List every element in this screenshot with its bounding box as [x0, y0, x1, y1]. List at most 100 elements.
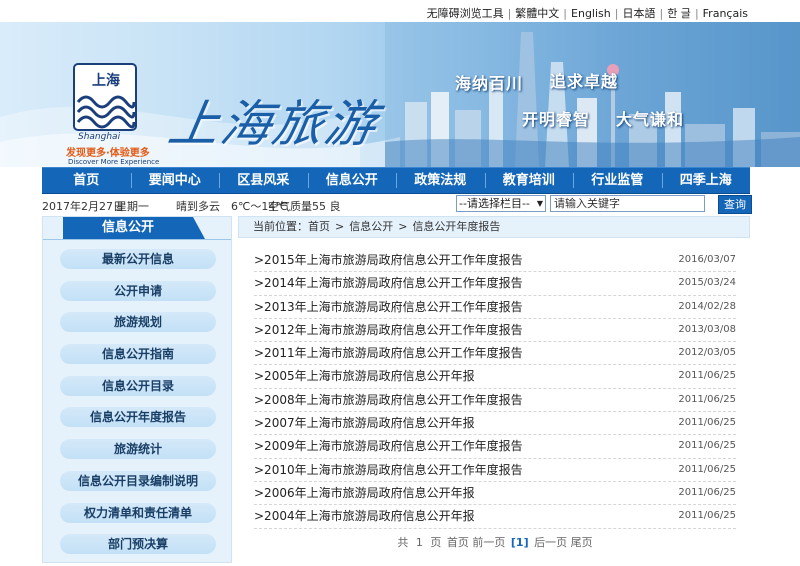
info-bar: 2017年2月27日 星期一 晴到多云 6℃～14℃ 空气质量55 良 --请选…: [42, 194, 752, 214]
sidebar-item-power-list[interactable]: 权力清单和责任清单: [60, 502, 216, 523]
nav-education[interactable]: 教育培训: [484, 168, 574, 193]
report-link[interactable]: >2011年上海市旅游局政府信息公开工作年度报告: [254, 342, 523, 364]
pager-current[interactable]: [1]: [511, 536, 529, 549]
report-date: 2011/06/25: [678, 510, 736, 522]
breadcrumb-info-public[interactable]: 信息公开: [349, 220, 393, 233]
report-date: 2015/03/24: [678, 277, 736, 289]
shanghai-logo[interactable]: 上海 Shanghai 发现更多·体验更多 Discover More Expe…: [66, 62, 159, 167]
header-banner: 上海 Shanghai 发现更多·体验更多 Discover More Expe…: [0, 22, 800, 167]
pager-first[interactable]: 首页: [447, 536, 469, 549]
logo-slogan: 发现更多·体验更多: [66, 148, 150, 159]
banner-slogan-3: 开明睿智: [522, 110, 591, 129]
list-item: >2009年上海市旅游局政府信息公开工作年度报告 2011/06/25: [254, 435, 736, 459]
report-link[interactable]: >2012年上海市旅游局政府信息公开工作年度报告: [254, 319, 523, 341]
report-date: 2011/06/25: [678, 486, 736, 498]
nav-supervision[interactable]: 行业监管: [573, 168, 662, 193]
report-date: 2011/06/25: [678, 440, 736, 452]
chevron-down-icon: ▼: [536, 199, 543, 208]
keyword-search-input[interactable]: 请输入关键字: [550, 195, 705, 212]
report-link[interactable]: >2013年上海市旅游局政府信息公开工作年度报告: [254, 296, 523, 318]
report-link[interactable]: >2009年上海市旅游局政府信息公开工作年度报告: [254, 435, 523, 457]
sidebar-item-application[interactable]: 公开申请: [60, 280, 216, 301]
sidebar-item-statistics[interactable]: 旅游统计: [60, 439, 216, 460]
column-select-value: --请选择栏目--: [459, 197, 530, 210]
report-link[interactable]: >2005年上海市旅游局政府信息公开年报: [254, 365, 475, 387]
main-content: 当前位置：首页 > 信息公开 > 信息公开年度报告 >2015年上海市旅游局政府信息公开…: [238, 216, 750, 563]
column-select[interactable]: --请选择栏目-- ▼: [456, 195, 546, 212]
weekday: 星期一: [116, 200, 149, 213]
sidebar-item-catalog-notes[interactable]: 信息公开目录编制说明: [60, 470, 216, 491]
report-link[interactable]: >2008年上海市旅游局政府信息公开工作年度报告: [254, 389, 523, 411]
pagination: 共 1 页 首页 前一页 [1] 后一页 尾页: [238, 534, 750, 550]
nav-info-public[interactable]: 信息公开: [307, 168, 397, 193]
banner-slogan-4: 大气谦和: [616, 110, 685, 129]
report-link[interactable]: >2004年上海市旅游局政府信息公开年报: [254, 505, 475, 527]
nav-policy[interactable]: 政策法规: [396, 168, 485, 193]
list-item: >2011年上海市旅游局政府信息公开工作年度报告 2012/03/05: [254, 342, 736, 366]
report-link[interactable]: >2006年上海市旅游局政府信息公开年报: [254, 482, 475, 504]
search-button[interactable]: 查询: [718, 195, 752, 214]
nav-news[interactable]: 要闻中心: [130, 168, 220, 193]
pager-total: 1: [415, 536, 423, 549]
sidebar-item-catalog[interactable]: 信息公开目录: [60, 375, 216, 396]
breadcrumb: 当前位置：首页 > 信息公开 > 信息公开年度报告: [238, 216, 750, 238]
air-quality: 空气质量55 良: [268, 200, 341, 213]
lang-english[interactable]: English: [571, 7, 611, 20]
logo-word: Shanghai: [78, 132, 121, 142]
list-item: >2004年上海市旅游局政府信息公开年报 2011/06/25: [254, 505, 736, 529]
list-item: >2008年上海市旅游局政府信息公开工作年度报告 2011/06/25: [254, 389, 736, 413]
report-date: 2011/06/25: [678, 417, 736, 429]
breadcrumb-annual-report[interactable]: 信息公开年度报告: [412, 220, 500, 233]
sidebar-item-budget[interactable]: 部门预决算: [60, 534, 216, 555]
report-date: 2014/02/28: [678, 300, 736, 312]
pager-total-prefix: 共: [397, 536, 409, 549]
report-date: 2013/03/08: [678, 323, 736, 335]
lang-korean[interactable]: 한 글: [667, 7, 691, 20]
sidebar-menu: 最新公开信息 公开申请 旅游规划 信息公开指南 信息公开目录 信息公开年度报告 …: [60, 249, 216, 566]
nav-seasons[interactable]: 四季上海: [661, 168, 751, 193]
report-date: 2016/03/07: [678, 254, 736, 265]
list-item: >2010年上海市旅游局政府信息公开工作年度报告 2011/06/25: [254, 459, 736, 482]
lang-traditional-chinese[interactable]: 繁體中文: [515, 7, 559, 20]
accessibility-link[interactable]: 无障碍浏览工具: [427, 7, 504, 20]
sidebar-item-latest[interactable]: 最新公开信息: [60, 249, 216, 269]
list-item: >2012年上海市旅游局政府信息公开工作年度报告 2013/03/08: [254, 319, 736, 343]
report-link[interactable]: >2015年上海市旅游局政府信息公开工作年度报告: [254, 249, 523, 271]
sidebar-item-guide[interactable]: 信息公开指南: [60, 344, 216, 365]
report-link[interactable]: >2010年上海市旅游局政府信息公开工作年度报告: [254, 459, 523, 481]
list-item: >2013年上海市旅游局政府信息公开工作年度报告 2014/02/28: [254, 296, 736, 319]
sidebar: 信息公开 最新公开信息 公开申请 旅游规划 信息公开指南 信息公开目录 信息公开…: [42, 216, 232, 563]
pager-prev[interactable]: 前一页: [472, 536, 505, 549]
sidebar-header: 信息公开: [43, 217, 231, 240]
list-item: >2014年上海市旅游局政府信息公开工作年度报告 2015/03/24: [254, 272, 736, 296]
sidebar-item-planning[interactable]: 旅游规划: [60, 312, 216, 333]
list-item: >2007年上海市旅游局政府信息公开年报 2011/06/25: [254, 412, 736, 436]
site-title-calligraphy: 上海旅游: [164, 95, 383, 153]
sidebar-item-annual-report[interactable]: 信息公开年度报告: [60, 407, 216, 428]
list-item: >2006年上海市旅游局政府信息公开年报 2011/06/25: [254, 482, 736, 506]
report-link[interactable]: >2007年上海市旅游局政府信息公开年报: [254, 412, 475, 434]
report-link[interactable]: >2014年上海市旅游局政府信息公开工作年度报告: [254, 272, 523, 294]
sidebar-title: 信息公开: [63, 217, 205, 239]
report-list: >2015年上海市旅游局政府信息公开工作年度报告 2016/03/07 >2014…: [254, 249, 736, 529]
language-links: 无障碍浏览工具 | 繁體中文 | English | 日本語 | 한 글 | Français: [426, 7, 748, 20]
banner-slogan-1: 海纳百川: [455, 74, 524, 93]
nav-home[interactable]: 首页: [42, 168, 131, 193]
lang-japanese[interactable]: 日本語: [622, 7, 655, 20]
pager-total-suffix: 页: [430, 536, 442, 549]
report-date: 2011/06/25: [678, 393, 736, 405]
banner-slogan-2: 追求卓越: [550, 72, 619, 91]
skyline-image: [385, 22, 800, 167]
logo-slogan-en: Discover More Experience: [68, 158, 160, 166]
list-item: >2005年上海市旅游局政府信息公开年报 2011/06/25: [254, 365, 736, 389]
report-date: 2011/06/25: [678, 463, 736, 475]
breadcrumb-label: 当前位置：: [253, 220, 308, 233]
current-date: 2017年2月27日: [42, 200, 124, 213]
pager-next[interactable]: 后一页: [534, 536, 567, 549]
pager-last[interactable]: 尾页: [571, 536, 593, 549]
nav-districts[interactable]: 区县风采: [219, 168, 308, 193]
report-date: 2012/03/05: [678, 347, 736, 359]
lang-french[interactable]: Français: [703, 7, 748, 20]
list-item: >2015年上海市旅游局政府信息公开工作年度报告 2016/03/07: [254, 249, 736, 273]
breadcrumb-home[interactable]: 首页: [308, 220, 330, 233]
